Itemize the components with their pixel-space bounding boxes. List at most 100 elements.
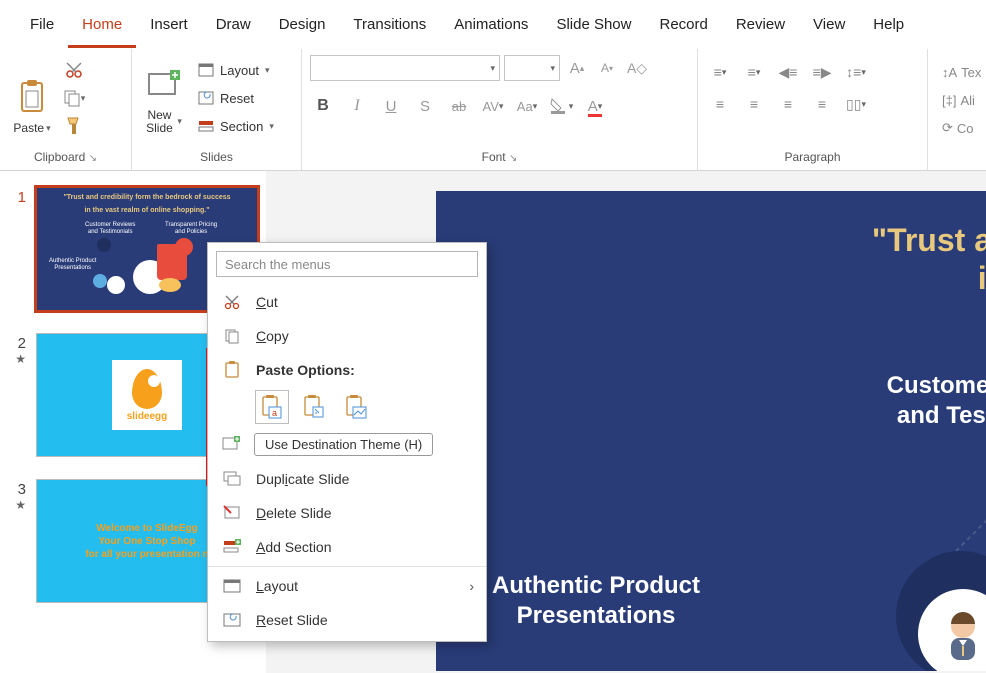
reset-icon [222, 610, 242, 630]
ribbon-group-font: ▾ ▾ A▴ A▾ A◇ B I U S ab AV▾ Aa▾ ▾ A▾ [302, 49, 698, 170]
chevron-down-icon: ▾ [175, 117, 182, 127]
section-label: Section [220, 119, 263, 134]
context-menu-search[interactable]: Search the menus [216, 251, 478, 277]
menu-animations[interactable]: Animations [440, 8, 542, 48]
justify-button[interactable]: ≡ [808, 91, 836, 117]
paste-use-destination-theme[interactable]: a [256, 391, 288, 423]
layout-button[interactable]: Layout▾ [192, 57, 280, 83]
menu-file[interactable]: File [16, 8, 68, 48]
menu-bar: File Home Insert Draw Design Transitions… [0, 0, 986, 49]
convert-smartart-button[interactable]: ⟳ Co [936, 115, 976, 141]
thumb-1-title-1: "Trust and credibility form the bedrock … [37, 188, 257, 201]
ribbon-group-clipboard: Paste▾ ▾ Clipboard ↘ [0, 49, 132, 170]
columns-button[interactable]: ▯▯▾ [842, 91, 870, 117]
paste-button[interactable]: Paste▾ [8, 55, 56, 137]
char-spacing-button[interactable]: AV▾ [480, 93, 506, 119]
chevron-down-icon: ▾ [81, 93, 86, 104]
menu-slideshow[interactable]: Slide Show [542, 8, 645, 48]
font-size-combo[interactable]: ▾ [504, 55, 560, 81]
clear-formatting-button[interactable]: A◇ [624, 55, 650, 81]
menu-home[interactable]: Home [68, 8, 136, 48]
thumb-1-title-2: in the vast realm of online shopping." [37, 201, 257, 214]
italic-button[interactable]: I [344, 93, 370, 119]
paste-picture[interactable] [340, 391, 372, 423]
paste-theme-icon: a [261, 395, 283, 419]
font-group-label: Font [482, 150, 506, 164]
cut-button[interactable] [60, 57, 88, 83]
thumb-1-caption-1: Customer Reviews and Testimonials [85, 222, 135, 235]
menu-insert[interactable]: Insert [136, 8, 202, 48]
context-layout[interactable]: Layout › [208, 569, 486, 603]
context-add-section[interactable]: Add Section [208, 530, 486, 564]
svg-text:a: a [272, 408, 277, 418]
font-name-combo[interactable]: ▾ [310, 55, 500, 81]
add-section-label: Add Section [256, 539, 332, 555]
section-button[interactable]: Section▾ [192, 113, 280, 139]
menu-draw[interactable]: Draw [202, 8, 265, 48]
text-label: Tex [961, 65, 981, 80]
format-painter-button[interactable] [60, 113, 88, 139]
decrease-indent-button[interactable]: ◀≡ [774, 59, 802, 85]
align-center-button[interactable]: ≡ [740, 91, 768, 117]
align-text-button[interactable]: [‡] Ali [936, 87, 976, 113]
bullets-button[interactable]: ≡▾ [706, 59, 734, 85]
thumb-1-number: 1 [8, 187, 26, 311]
text-direction-button[interactable]: ↕A Tex [936, 59, 976, 85]
scissors-icon [65, 61, 83, 79]
delete-label: Delete Slide [256, 505, 332, 521]
thumb-2-animation-icon: ★ [15, 352, 26, 366]
thumb-1-caption-3: Authentic Product Presentations [49, 258, 96, 271]
thumb-2-logo-text: slideegg [127, 411, 168, 422]
reset-button[interactable]: Reset [192, 85, 280, 111]
chevron-right-icon: › [469, 578, 474, 594]
strike-button[interactable]: ab [446, 93, 472, 119]
search-placeholder: Search the menus [225, 257, 331, 272]
context-copy[interactable]: Copy [208, 319, 486, 353]
thumb-3-line-3: for all your presentation n [85, 549, 208, 560]
decrease-font-button[interactable]: A▾ [594, 55, 620, 81]
layout-label: Layout [256, 578, 298, 594]
menu-view[interactable]: View [799, 8, 859, 48]
font-color-button[interactable]: A▾ [582, 93, 608, 119]
align-right-button[interactable]: ≡ [774, 91, 802, 117]
thumb-3-line-2: Your One Stop Shop [98, 536, 195, 547]
reset-label: Reset [220, 91, 254, 106]
shadow-button[interactable]: S [412, 93, 438, 119]
copy-button[interactable]: ▾ [60, 85, 88, 111]
context-delete-slide[interactable]: Delete Slide [208, 496, 486, 530]
dialog-launcher-icon[interactable]: ↘ [89, 153, 97, 164]
menu-help[interactable]: Help [859, 8, 918, 48]
highlight-button[interactable]: ▾ [548, 93, 574, 119]
bold-button[interactable]: B [310, 93, 336, 119]
paragraph-group-label: Paragraph [706, 148, 919, 168]
slide-title-line-2: in the vast [436, 259, 986, 297]
menu-transitions[interactable]: Transitions [339, 8, 440, 48]
paste-tooltip: Use Destination Theme (H) [254, 433, 433, 456]
underline-button[interactable]: U [378, 93, 404, 119]
thumb-3-number: 3 [8, 479, 26, 498]
context-paste-options-header: Paste Options: [208, 353, 486, 387]
slides-group-label: Slides [140, 148, 293, 168]
numbering-button[interactable]: ≡▾ [740, 59, 768, 85]
menu-review[interactable]: Review [722, 8, 799, 48]
context-duplicate-slide[interactable]: Duplicate Slide [208, 462, 486, 496]
connector-lines [936, 371, 986, 571]
new-slide-button[interactable]: New Slide ▾ [140, 55, 188, 137]
dialog-launcher-icon[interactable]: ↘ [509, 153, 517, 164]
align-left-button[interactable]: ≡ [706, 91, 734, 117]
duplicate-icon [222, 469, 242, 489]
context-reset-slide[interactable]: Reset Slide [208, 603, 486, 637]
paste-label: Paste [13, 121, 44, 135]
increase-indent-button[interactable]: ≡▶ [808, 59, 836, 85]
align-label: Ali [960, 93, 974, 108]
increase-font-button[interactable]: A▴ [564, 55, 590, 81]
copy-icon [63, 89, 81, 107]
menu-record[interactable]: Record [645, 8, 721, 48]
slide[interactable]: "Trust and credib in the vast Customer R… [436, 191, 986, 671]
change-case-button[interactable]: Aa▾ [514, 93, 540, 119]
line-spacing-button[interactable]: ↕≡▾ [842, 59, 870, 85]
menu-design[interactable]: Design [265, 8, 340, 48]
paste-keep-source-formatting[interactable] [298, 391, 330, 423]
context-cut[interactable]: Cut [208, 285, 486, 319]
thumb-1-caption-2: Transparent Pricing and Policies [165, 222, 217, 235]
